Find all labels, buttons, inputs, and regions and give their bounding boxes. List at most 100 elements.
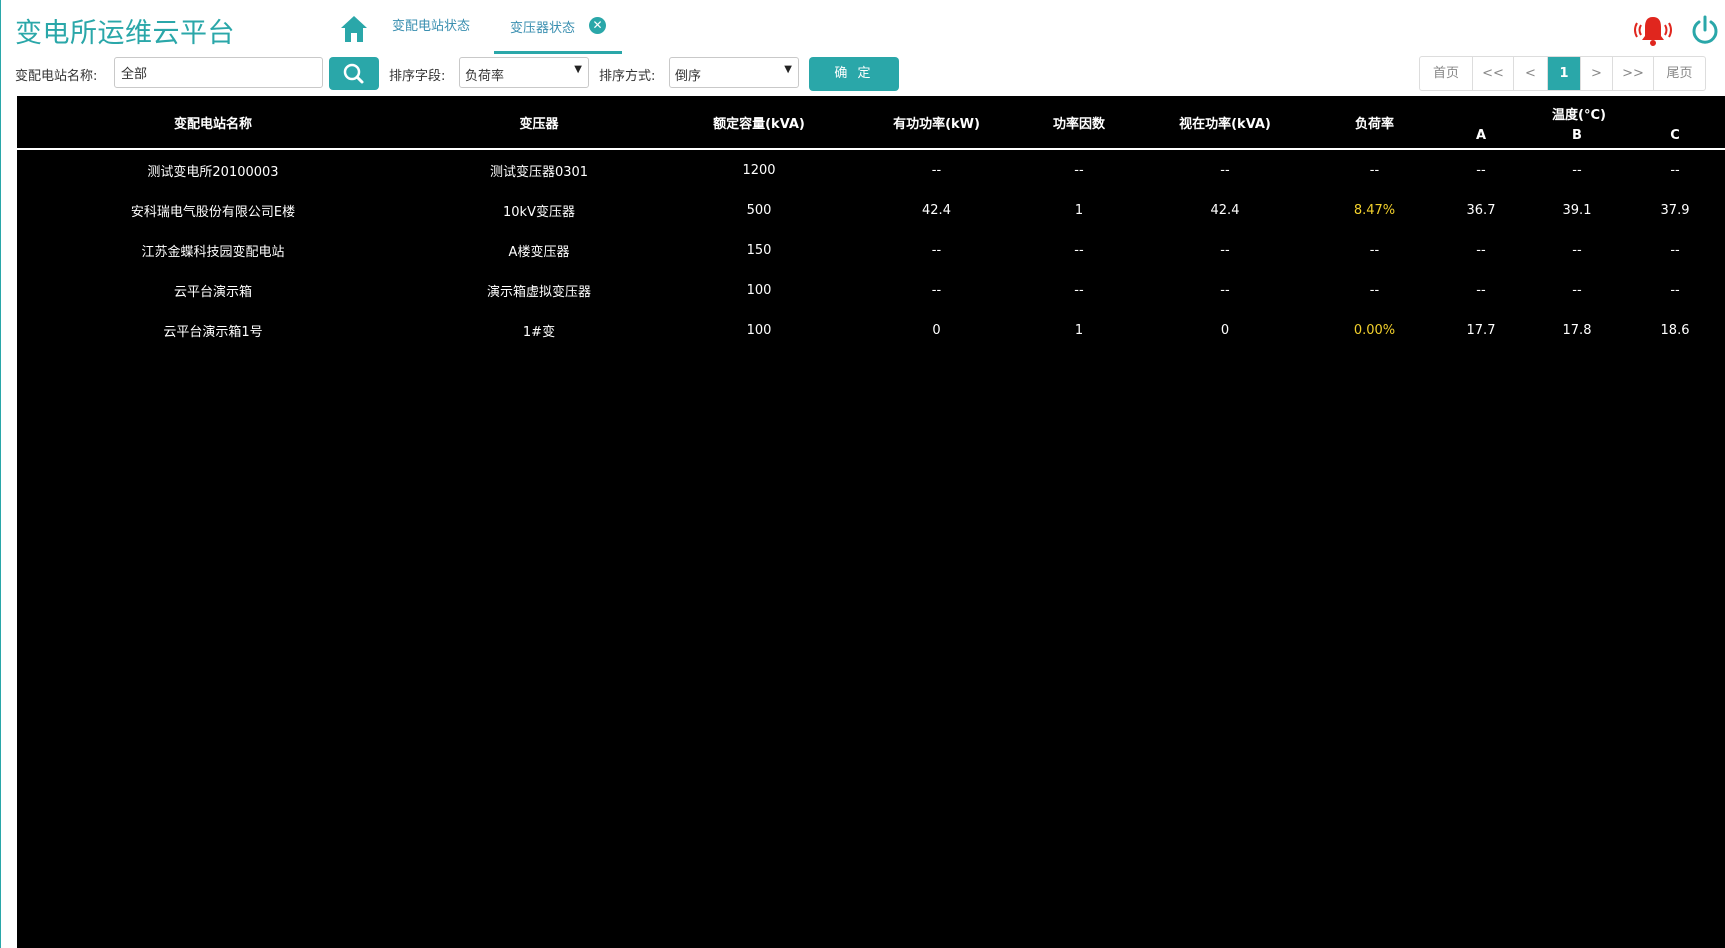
cell-temp-a: --	[1476, 282, 1486, 298]
cell-power-factor: 1	[1074, 202, 1084, 218]
bell-icon	[1634, 17, 1672, 46]
page-next-button[interactable]: >	[1580, 57, 1612, 90]
cell-load-rate: 8.47%	[1353, 202, 1396, 218]
cell-station: 云平台演示箱1号	[163, 324, 263, 340]
cell-power-factor: 1	[1074, 322, 1084, 338]
chevron-down-icon: ▼	[574, 64, 582, 75]
cell-apparent-power: --	[1220, 162, 1230, 178]
cell-temp-c: --	[1670, 162, 1680, 178]
cell-apparent-power: --	[1220, 282, 1230, 298]
cell-temp-a: 36.7	[1466, 202, 1496, 218]
table-row[interactable]: 江苏金蝶科技园变配电站 A楼变压器 150 -- -- -- -- -- -- --	[17, 230, 1725, 270]
station-name-input[interactable]	[114, 57, 323, 88]
header-station[interactable]: 变配电站名称	[17, 96, 409, 149]
cell-temp-b: --	[1572, 242, 1582, 258]
cell-temp-b: 39.1	[1562, 202, 1592, 218]
sort-field-label: 排序字段:	[389, 69, 446, 84]
cell-capacity: 150	[746, 242, 772, 258]
header-temperature: 温度(°C)	[1552, 108, 1606, 124]
sort-field-value: 负荷率	[465, 69, 505, 84]
app-title: 变电所运维云平台	[15, 18, 235, 49]
cell-power-factor: --	[1074, 162, 1084, 178]
cell-apparent-power: --	[1220, 242, 1230, 258]
cell-power-factor: --	[1074, 242, 1084, 258]
station-name-label: 变配电站名称:	[15, 69, 98, 84]
table-row[interactable]: 云平台演示箱1号 1#变 100 0 1 0 0.00% 17.7 17.8 18.6	[17, 310, 1725, 350]
header-power-factor[interactable]: 功率因数	[1024, 96, 1134, 149]
cell-transformer: 10kV变压器	[503, 204, 575, 220]
left-edge-line	[0, 0, 1, 948]
header-transformer[interactable]: 变压器	[409, 96, 669, 149]
table-row[interactable]: 测试变电所20100003 测试变压器0301 1200 -- -- -- -- -- -- --	[17, 149, 1725, 190]
page-prev-button[interactable]: <	[1513, 57, 1547, 90]
cell-transformer: 演示箱虚拟变压器	[486, 284, 591, 300]
search-button[interactable]	[329, 57, 379, 90]
search-icon	[343, 63, 364, 84]
tab-station-status[interactable]: 变配电站状态	[392, 15, 492, 51]
logout-button[interactable]	[1690, 15, 1720, 45]
cell-active-power: --	[931, 282, 942, 298]
table-row[interactable]: 安科瑞电气股份有限公司E楼 10kV变压器 500 42.4 1 42.4 8.47% 36.…	[17, 190, 1725, 230]
cell-load-rate: --	[1369, 162, 1380, 178]
confirm-button[interactable]: 确 定	[809, 57, 899, 91]
cell-transformer: A楼变压器	[508, 244, 570, 260]
cell-temp-b: --	[1572, 282, 1582, 298]
page-first-button[interactable]: 首页	[1420, 57, 1472, 90]
cell-station: 云平台演示箱	[173, 284, 252, 300]
cell-apparent-power: 0	[1220, 322, 1230, 338]
cell-capacity: 500	[746, 202, 772, 218]
cell-active-power: 42.4	[922, 202, 951, 218]
cell-station: 测试变电所20100003	[147, 164, 279, 180]
sort-order-label: 排序方式:	[599, 69, 656, 84]
cell-temp-b: 17.8	[1562, 322, 1592, 338]
pagination: 首页 << < 1 > >> 尾页	[1419, 56, 1706, 91]
cell-temp-a: --	[1476, 162, 1486, 178]
power-icon	[1692, 15, 1718, 44]
cell-load-rate: --	[1369, 242, 1380, 258]
page-next-many-button[interactable]: >>	[1612, 57, 1653, 90]
cell-power-factor: --	[1074, 282, 1084, 298]
cell-temp-a: --	[1476, 242, 1486, 258]
tab-transformer-status-label: 变压器状态	[510, 21, 576, 36]
page-prev-many-button[interactable]: <<	[1472, 57, 1513, 90]
cell-transformer: 测试变压器0301	[489, 164, 589, 180]
cell-temp-c: --	[1670, 242, 1680, 258]
sort-field-select[interactable]: 负荷率 ▼	[459, 57, 589, 88]
cell-temp-c: 18.6	[1660, 322, 1690, 338]
home-icon	[341, 16, 367, 42]
header-temp-a[interactable]: A	[1433, 123, 1529, 149]
transformer-grid: 变配电站名称 变压器 额定容量(kVA) 有功功率(kW) 功率因数 视在功率(…	[17, 96, 1725, 948]
home-button[interactable]	[339, 14, 369, 44]
cell-temp-b: --	[1572, 162, 1582, 178]
page-last-button[interactable]: 尾页	[1653, 57, 1705, 90]
transformer-table: 变配电站名称 变压器 额定容量(kVA) 有功功率(kW) 功率因数 视在功率(…	[17, 96, 1725, 350]
tab-station-status-label: 变配电站状态	[392, 19, 471, 34]
alarm-button[interactable]	[1628, 14, 1678, 48]
cell-station: 安科瑞电气股份有限公司E楼	[130, 204, 296, 220]
cell-active-power: 0	[932, 322, 941, 338]
cell-active-power: --	[931, 242, 942, 258]
cell-load-rate: --	[1369, 282, 1380, 298]
cell-temp-c: 37.9	[1660, 202, 1690, 218]
header-capacity[interactable]: 额定容量(kVA)	[669, 96, 849, 149]
close-icon[interactable]: ✕	[589, 17, 606, 34]
table-row[interactable]: 云平台演示箱 演示箱虚拟变压器 100 -- -- -- -- -- -- --	[17, 270, 1725, 310]
sort-order-value: 倒序	[675, 69, 702, 84]
cell-station: 江苏金蝶科技园变配电站	[141, 244, 285, 260]
header-temp-c[interactable]: C	[1625, 123, 1725, 149]
cell-transformer: 1#变	[522, 324, 556, 340]
cell-capacity: 100	[746, 322, 772, 338]
cell-load-rate: 0.00%	[1353, 322, 1396, 338]
header-temp-b[interactable]: B	[1529, 123, 1625, 149]
tab-transformer-status[interactable]: 变压器状态 ✕	[494, 15, 622, 54]
sort-order-select[interactable]: 倒序 ▼	[669, 57, 799, 88]
cell-apparent-power: 42.4	[1210, 202, 1240, 218]
cell-temp-c: --	[1670, 282, 1680, 298]
chevron-down-icon: ▼	[784, 64, 792, 75]
cell-temp-a: 17.7	[1466, 322, 1496, 338]
header-active-power[interactable]: 有功功率(kW)	[849, 96, 1024, 149]
cell-active-power: --	[931, 162, 942, 178]
header-load-rate[interactable]: 负荷率	[1316, 96, 1433, 149]
header-apparent-power[interactable]: 视在功率(kVA)	[1134, 96, 1316, 149]
page-current-button[interactable]: 1	[1547, 57, 1580, 90]
